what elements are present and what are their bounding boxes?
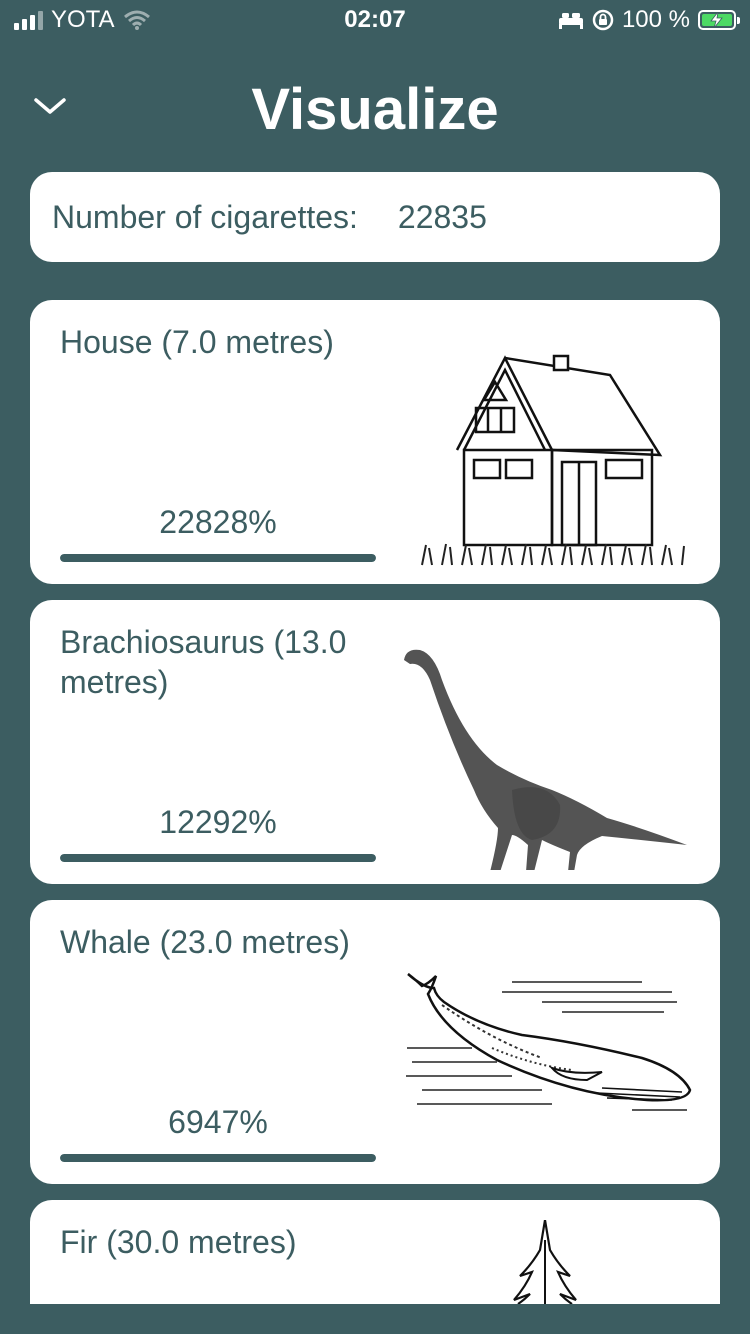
item-name: House (7.0 metres) [60,324,334,360]
comparison-card-brachiosaurus[interactable]: Brachiosaurus (13.0 metres) 12292% [30,600,720,884]
item-percent: 22828% [159,504,277,540]
header: Visualize [0,60,750,150]
page-title: Visualize [251,77,499,142]
whale-icon [406,973,692,1111]
battery-percent: 100 % [621,6,690,33]
status-bar: YOTA 02:07 100 % [0,0,750,42]
comparison-card-fir[interactable]: Fir (30.0 metres) [30,1200,720,1304]
progress-bar [60,854,376,862]
item-percent: 12292% [159,804,277,840]
rotation-lock-icon [592,9,614,31]
bed-icon [558,13,583,29]
item-name: Brachiosaurus (13.0 metres) [60,624,347,700]
comparison-card-whale[interactable]: Whale (23.0 metres) 6947% [30,900,720,1184]
house-icon [421,354,685,566]
item-percent: 6947% [168,1104,268,1140]
comparison-card-house[interactable]: House (7.0 metres) 22828% [30,300,720,584]
cigarette-count-card: Number of cigarettes: 22835 [30,172,720,262]
count-value: 22835 [397,198,487,235]
count-label: Number of cigarettes: [52,198,358,235]
item-name: Whale (23.0 metres) [60,924,350,960]
brachiosaurus-icon [404,649,687,870]
progress-bar [60,554,376,562]
item-name: Fir (30.0 metres) [60,1224,297,1260]
fir-tree-icon [513,1220,577,1304]
battery-charging-icon [698,10,740,30]
progress-bar [60,1154,376,1162]
